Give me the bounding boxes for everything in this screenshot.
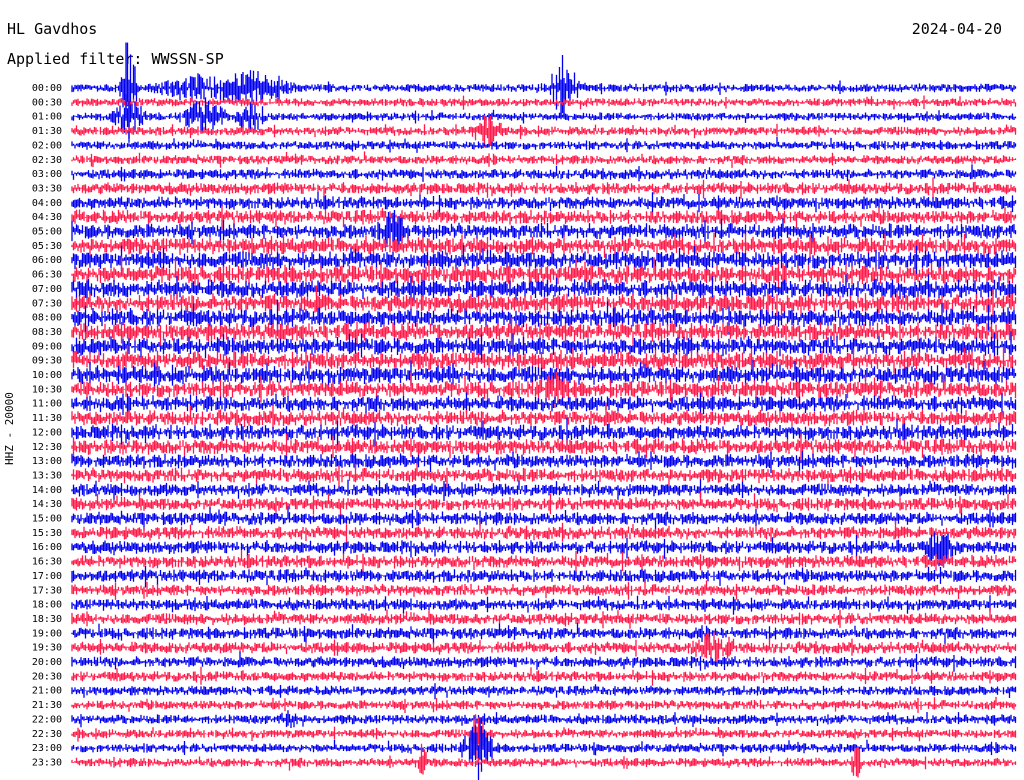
- time-label: 20:00: [32, 657, 62, 668]
- time-label: 07:30: [32, 298, 62, 309]
- time-label: 02:30: [32, 155, 62, 166]
- trace-row: [71, 718, 1017, 780]
- time-label: 21:00: [32, 686, 62, 697]
- time-label: 12:30: [32, 442, 62, 453]
- trace-row: [71, 450, 1017, 473]
- time-label: 22:30: [32, 729, 62, 740]
- time-label: 23:00: [32, 743, 62, 754]
- time-label: 09:30: [32, 356, 62, 367]
- trace-row: [71, 491, 1017, 516]
- trace-row: [71, 164, 1017, 182]
- trace-row: [71, 607, 1017, 629]
- time-label: 20:30: [32, 671, 62, 682]
- time-label: 13:30: [32, 470, 62, 481]
- time-label: 10:30: [32, 384, 62, 395]
- time-label: 17:30: [32, 585, 62, 596]
- trace-row: [71, 580, 1017, 600]
- time-label: 11:00: [32, 399, 62, 410]
- trace-row: [71, 550, 1017, 574]
- time-label: 22:00: [32, 714, 62, 725]
- time-label: 00:30: [32, 97, 62, 108]
- trace-row: [71, 136, 1017, 153]
- trace-row: [71, 666, 1017, 686]
- time-label: 16:30: [32, 557, 62, 568]
- time-label: 02:00: [32, 140, 62, 151]
- trace-row: [71, 520, 1017, 543]
- time-label: 03:00: [32, 169, 62, 180]
- trace-row: [71, 622, 1017, 644]
- time-label: 01:00: [32, 112, 62, 123]
- time-label: 05:00: [32, 227, 62, 238]
- time-label: 21:30: [32, 700, 62, 711]
- time-label: 13:00: [32, 456, 62, 467]
- time-label-group: 00:00 00:30 01:00 01:30 02:00 02:30 03:00 03:30…: [32, 83, 62, 768]
- time-label: 04:00: [32, 198, 62, 209]
- trace-row: [71, 463, 1017, 487]
- time-label: 18:30: [32, 614, 62, 625]
- time-label: 08:30: [32, 327, 62, 338]
- trace-row: [71, 479, 1017, 501]
- time-label: 14:30: [32, 499, 62, 510]
- time-label: 00:00: [32, 83, 62, 94]
- trace-row: [71, 191, 1017, 215]
- trace-row: [71, 151, 1017, 168]
- time-label: 23:30: [32, 757, 62, 768]
- trace-row: [71, 417, 1017, 447]
- time-label: 11:30: [32, 413, 62, 424]
- trace-row: [71, 651, 1017, 672]
- time-label: 18:00: [32, 600, 62, 611]
- time-label: 04:30: [32, 212, 62, 223]
- helicorder-plot: 00:00 00:30 01:00 01:30 02:00 02:30 03:00 03:30…: [32, 42, 1017, 780]
- trace-row: [71, 710, 1017, 728]
- time-label: 03:30: [32, 183, 62, 194]
- time-label: 06:30: [32, 270, 62, 281]
- time-label: 16:00: [32, 542, 62, 553]
- trace-row: [71, 595, 1017, 615]
- time-label: 07:00: [32, 284, 62, 295]
- time-label: 05:30: [32, 241, 62, 252]
- trace-row: [71, 232, 1017, 261]
- time-label: 17:00: [32, 571, 62, 582]
- time-label: 10:00: [32, 370, 62, 381]
- trace-row: [71, 696, 1017, 713]
- time-label: 15:00: [32, 514, 62, 525]
- time-label: 08:00: [32, 313, 62, 324]
- time-label: 12:00: [32, 427, 62, 438]
- time-label: 19:30: [32, 643, 62, 654]
- trace-row: [71, 177, 1017, 199]
- time-label: 01:30: [32, 126, 62, 137]
- trace-row: [71, 565, 1017, 588]
- time-label: 06:00: [32, 255, 62, 266]
- trace-group: [71, 42, 1017, 780]
- time-label: 14:00: [32, 485, 62, 496]
- time-label: 15:30: [32, 528, 62, 539]
- trace-row: [71, 632, 1017, 663]
- trace-row: [71, 683, 1017, 700]
- time-label: 09:00: [32, 341, 62, 352]
- trace-row: [71, 506, 1017, 531]
- time-label: 19:00: [32, 628, 62, 639]
